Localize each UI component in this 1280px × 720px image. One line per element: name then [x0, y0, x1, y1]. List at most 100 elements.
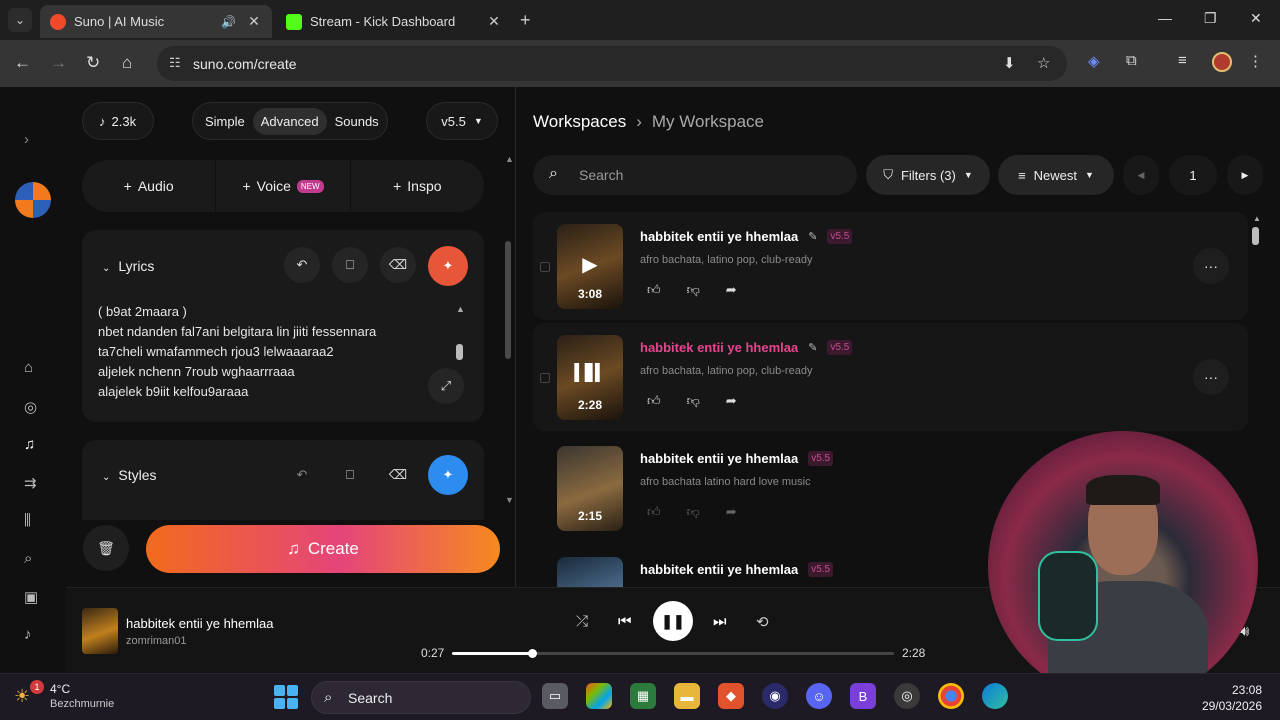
- breadcrumb-workspaces[interactable]: Workspaces: [533, 112, 626, 132]
- generate-styles-button[interactable]: ✦: [428, 455, 468, 495]
- tab-kick[interactable]: Stream - Kick Dashboard ✕: [276, 5, 512, 38]
- progress-bar[interactable]: [452, 649, 894, 658]
- undo-styles-button[interactable]: ↶: [284, 457, 320, 493]
- obs-studio-icon[interactable]: ◎: [894, 683, 920, 709]
- reload-icon[interactable]: ↻: [86, 53, 100, 73]
- discord-icon[interactable]: ☺: [806, 683, 832, 709]
- bookmark-star-icon[interactable]: ☆: [1037, 54, 1050, 72]
- extensions-puzzle-icon[interactable]: ⧉: [1126, 52, 1137, 69]
- brave-browser-icon[interactable]: ◆: [718, 683, 744, 709]
- now-playing-artist[interactable]: zomriman01: [126, 635, 187, 647]
- share-icon[interactable]: ➦: [726, 393, 737, 409]
- mode-sounds[interactable]: Sounds: [327, 108, 387, 135]
- forward-icon[interactable]: →: [50, 53, 67, 73]
- scroll-down-icon[interactable]: ▼: [505, 495, 514, 505]
- styles-header[interactable]: ⌄ Styles: [102, 467, 157, 483]
- thumbs-up-icon[interactable]: 👍︎: [647, 504, 661, 520]
- select-checkbox[interactable]: [540, 262, 550, 272]
- close-tab-icon[interactable]: ✕: [486, 13, 502, 30]
- repeat-icon[interactable]: ⟲: [756, 613, 769, 631]
- thumbs-up-icon[interactable]: 👍︎: [647, 282, 661, 298]
- home-icon[interactable]: ⌂: [122, 53, 132, 73]
- taskbar-search[interactable]: ⌕ Search: [311, 681, 531, 714]
- song-title[interactable]: habbitek entii ye hhemlaa ✎ v5.5: [640, 229, 853, 244]
- create-button[interactable]: ♫ Create: [146, 525, 500, 573]
- undo-button[interactable]: ↶: [284, 247, 320, 283]
- chrome-menu-icon[interactable]: ⋮: [1248, 52, 1263, 70]
- restore-icon[interactable]: ❐: [1204, 10, 1217, 27]
- create-music-icon[interactable]: ♫: [24, 436, 35, 453]
- search-icon[interactable]: ⌕: [24, 550, 32, 567]
- song-row[interactable]: ▶ 3:08 habbitek entii ye hhemlaa ✎ v5.5 …: [533, 212, 1248, 320]
- song-title[interactable]: habbitek entii ye hhemlaa v5.5: [640, 562, 834, 577]
- song-title[interactable]: habbitek entii ye hhemlaa ✎ v5.5: [640, 340, 853, 355]
- workspace-search-input[interactable]: ⌕ Search: [533, 155, 857, 195]
- panel-scrollbar-thumb[interactable]: [505, 241, 511, 359]
- credits-pill[interactable]: ♪ 2.3k: [82, 102, 154, 140]
- back-icon[interactable]: ←: [14, 53, 31, 73]
- system-clock[interactable]: 23:08 29/03/2026: [1196, 682, 1262, 714]
- task-view-icon[interactable]: ▭: [542, 683, 568, 709]
- mode-simple[interactable]: Simple: [197, 108, 253, 135]
- clear-lyrics-button[interactable]: ⌫: [380, 247, 416, 283]
- clear-all-button[interactable]: 🗑: [83, 525, 129, 571]
- store-icon[interactable]: ▦: [630, 683, 656, 709]
- home-icon[interactable]: ⌂: [24, 359, 33, 376]
- url-field[interactable]: ☷ suno.com/create ⬇ ☆: [157, 46, 1067, 81]
- add-voice-button[interactable]: + Voice NEW: [216, 160, 351, 212]
- scroll-up-icon[interactable]: ▲: [505, 154, 514, 164]
- prev-page-button[interactable]: ◀: [1123, 155, 1159, 195]
- sort-button[interactable]: ≡ Newest ▼: [998, 155, 1114, 195]
- extension-shield-icon[interactable]: ◈: [1088, 52, 1100, 70]
- list-scrollbar-thumb[interactable]: [1252, 227, 1259, 245]
- install-app-icon[interactable]: ⬇: [1003, 54, 1016, 72]
- chrome-icon[interactable]: [938, 683, 964, 709]
- speaker-icon[interactable]: 🔊: [221, 15, 236, 29]
- progress-knob[interactable]: [527, 649, 537, 658]
- song-cover[interactable]: ▍▋▍ 2:28: [557, 335, 623, 420]
- scroll-up-icon[interactable]: ▲: [456, 304, 465, 314]
- more-options-button[interactable]: ···: [1193, 248, 1229, 284]
- lyrics-header[interactable]: ⌄ Lyrics: [102, 258, 154, 274]
- clear-styles-button[interactable]: ⌫: [380, 457, 416, 493]
- model-version-select[interactable]: v5.5 ▼: [426, 102, 498, 140]
- generate-lyrics-button[interactable]: ✦: [428, 246, 468, 286]
- song-cover[interactable]: ▶ 3:08: [557, 224, 623, 309]
- edit-pencil-icon[interactable]: ✎: [808, 341, 817, 354]
- expand-sidebar-icon[interactable]: ›: [24, 131, 29, 148]
- tab-suno[interactable]: Suno | AI Music 🔊 ✕: [40, 5, 272, 38]
- shuffle-icon[interactable]: ⤮: [576, 613, 588, 630]
- song-title[interactable]: habbitek entii ye hhemlaa v5.5: [640, 451, 834, 466]
- expand-lyrics-button[interactable]: ⤢: [428, 368, 464, 404]
- song-cover[interactable]: [557, 557, 623, 587]
- new-tab-icon[interactable]: +: [520, 10, 531, 31]
- save-styles-button[interactable]: ⎕: [332, 457, 368, 493]
- file-explorer-icon[interactable]: ▬: [674, 683, 700, 709]
- play-icon[interactable]: ▶: [557, 252, 623, 277]
- app-b-icon[interactable]: B: [850, 683, 876, 709]
- library-icon[interactable]: ⫼: [24, 512, 31, 529]
- share-icon[interactable]: ➦: [726, 504, 737, 520]
- suno-logo[interactable]: [15, 182, 51, 218]
- thumbs-down-icon[interactable]: 👎︎: [687, 282, 700, 298]
- breadcrumb-current[interactable]: My Workspace: [652, 112, 764, 132]
- thumbs-down-icon[interactable]: 👎︎: [687, 504, 700, 520]
- minimize-icon[interactable]: —: [1158, 10, 1172, 26]
- scroll-up-icon[interactable]: ▲: [1253, 214, 1261, 223]
- save-lyrics-button[interactable]: ⎕: [332, 247, 368, 283]
- site-info-icon[interactable]: ☷: [169, 55, 181, 71]
- obs-icon[interactable]: ◉: [762, 683, 788, 709]
- widgets-icon[interactable]: [586, 683, 612, 709]
- thumbs-down-icon[interactable]: 👎︎: [687, 393, 700, 409]
- previous-track-icon[interactable]: ⏮: [618, 613, 632, 630]
- more-options-button[interactable]: ···: [1193, 359, 1229, 395]
- next-page-button[interactable]: ▶: [1227, 155, 1263, 195]
- media-control-icon[interactable]: ≡: [1178, 52, 1187, 69]
- song-row[interactable]: ▍▋▍ 2:28 habbitek entii ye hhemlaa ✎ v5.…: [533, 323, 1248, 431]
- next-track-icon[interactable]: ⏭: [713, 613, 727, 630]
- edit-pencil-icon[interactable]: ✎: [808, 230, 817, 243]
- select-checkbox[interactable]: [540, 373, 550, 383]
- profile-avatar[interactable]: [1212, 52, 1232, 72]
- filters-button[interactable]: ⛉ Filters (3) ▼: [866, 155, 990, 195]
- weather-widget[interactable]: 4°C Bezchmurnie: [50, 682, 114, 710]
